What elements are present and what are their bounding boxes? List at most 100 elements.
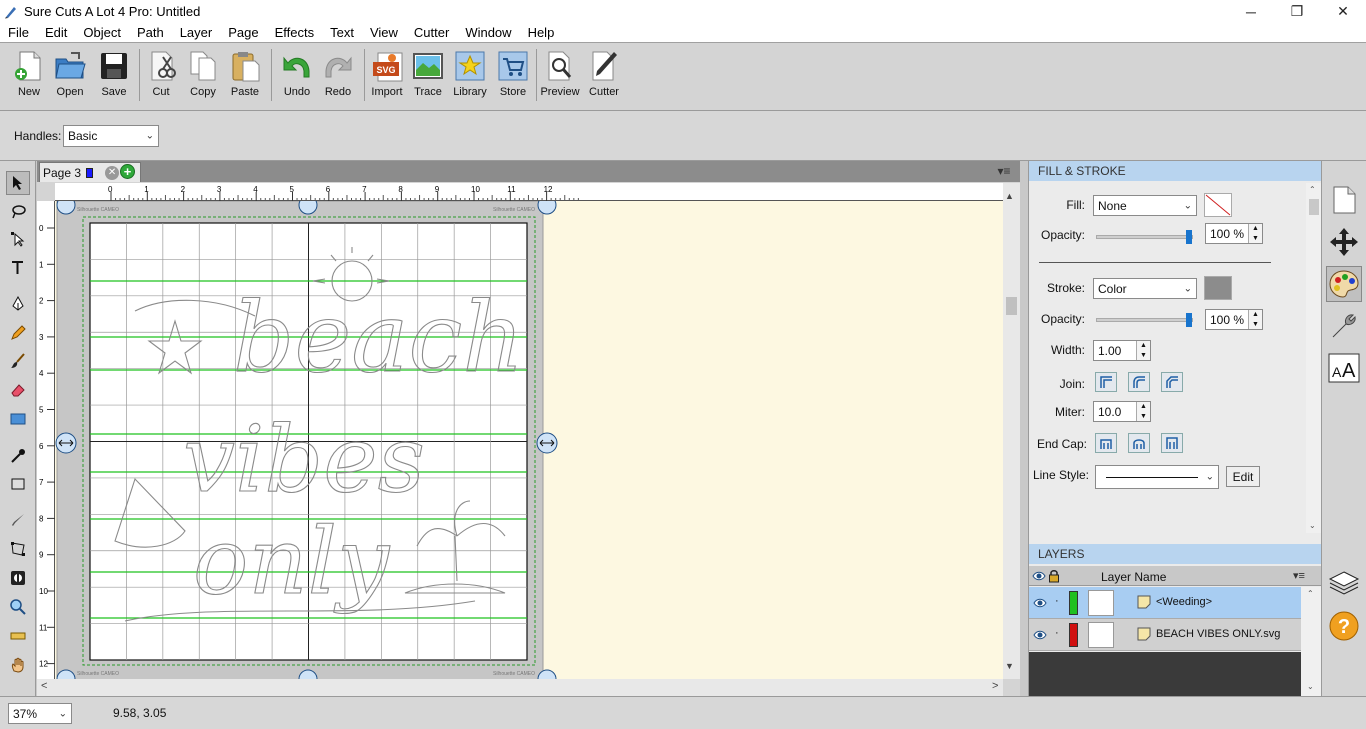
scroll-up-icon[interactable]: ⌃: [1309, 185, 1316, 194]
menu-edit[interactable]: Edit: [37, 25, 75, 40]
miter-join-button[interactable]: [1095, 372, 1117, 392]
weld-tool[interactable]: [6, 566, 30, 590]
minimize-button[interactable]: ─: [1228, 0, 1274, 23]
fill-color-swatch[interactable]: [1204, 193, 1232, 217]
line-style-edit-button[interactable]: Edit: [1226, 466, 1260, 487]
stroke-width-input[interactable]: 1.00 ▲ ▼: [1093, 340, 1151, 361]
spinner-arrows-icon[interactable]: ▲ ▼: [1136, 341, 1150, 360]
add-page-button[interactable]: +: [120, 164, 135, 179]
vertical-scrollbar[interactable]: ▲ ▼: [1003, 183, 1020, 679]
undo-button[interactable]: Undo: [275, 49, 319, 105]
visibility-eye-icon[interactable]: [1032, 570, 1046, 582]
zoom-select[interactable]: 37% ⌄: [8, 703, 72, 724]
menu-text[interactable]: Text: [322, 25, 362, 40]
cut-button[interactable]: Cut: [139, 49, 183, 105]
document-panel-button[interactable]: [1326, 182, 1362, 218]
fill-opacity-knob[interactable]: [1186, 230, 1192, 244]
panel-scroll-thumb[interactable]: [1309, 199, 1319, 215]
lock-icon[interactable]: [1048, 569, 1060, 583]
scroll-down-icon[interactable]: ▼: [1005, 661, 1014, 671]
scroll-up-icon[interactable]: ⌃: [1307, 589, 1314, 598]
handles-select[interactable]: Basic ⌄: [63, 125, 159, 147]
stroke-select[interactable]: Color ⌄: [1093, 278, 1197, 299]
design-canvas[interactable]: Silhouette CAMEO Silhouette CAMEO Silhou…: [55, 201, 1003, 679]
select-tool[interactable]: [6, 171, 30, 195]
scroll-right-icon[interactable]: >: [992, 680, 998, 692]
scroll-left-icon[interactable]: <: [41, 680, 47, 692]
close-button[interactable]: ✕: [1320, 0, 1366, 23]
lock-toggle-icon[interactable]: ·: [1055, 627, 1059, 639]
copy-button[interactable]: Copy: [181, 49, 225, 105]
fill-opacity-input[interactable]: 100 % ▲ ▼: [1205, 223, 1263, 244]
settings-panel-button[interactable]: [1326, 308, 1362, 344]
visibility-eye-icon[interactable]: [1033, 597, 1047, 609]
menu-cutter[interactable]: Cutter: [406, 25, 457, 40]
gradient-tool[interactable]: [6, 472, 30, 496]
knife-tool[interactable]: [6, 508, 30, 532]
save-button[interactable]: Save: [92, 49, 136, 105]
node-edit-tool[interactable]: [6, 227, 30, 251]
stroke-opacity-slider[interactable]: [1096, 313, 1193, 327]
transform-tool[interactable]: [6, 537, 30, 561]
pan-tool[interactable]: [6, 653, 30, 677]
eraser-tool[interactable]: [6, 378, 30, 402]
menu-page[interactable]: Page: [220, 25, 266, 40]
page-tabs-menu-icon[interactable]: ▾≡: [994, 163, 1014, 179]
scroll-up-icon[interactable]: ▲: [1005, 191, 1014, 201]
scroll-down-icon[interactable]: ⌄: [1307, 682, 1314, 691]
shape-tool[interactable]: [6, 407, 30, 431]
fill-opacity-slider[interactable]: [1096, 230, 1193, 244]
menu-file[interactable]: File: [0, 25, 37, 40]
layer-color-swatch[interactable]: [1069, 623, 1078, 647]
spinner-arrows-icon[interactable]: ▲ ▼: [1136, 402, 1150, 421]
square-cap-button[interactable]: [1161, 433, 1183, 453]
library-button[interactable]: Library: [448, 49, 492, 105]
help-button[interactable]: ?: [1326, 608, 1362, 644]
zoom-tool[interactable]: [6, 595, 30, 619]
round-join-button[interactable]: [1128, 372, 1150, 392]
layers-menu-icon[interactable]: ▾≡: [1293, 569, 1305, 582]
layer-row[interactable]: · BEACH VIBES ONLY.svg: [1029, 619, 1301, 651]
store-button[interactable]: Store: [491, 49, 535, 105]
vertical-scroll-thumb[interactable]: [1006, 297, 1017, 315]
pencil-tool[interactable]: [6, 321, 30, 345]
pen-tool[interactable]: [6, 292, 30, 316]
layers-panel-button[interactable]: [1326, 565, 1362, 601]
stroke-opacity-input[interactable]: 100 % ▲ ▼: [1205, 309, 1263, 330]
bevel-join-button[interactable]: [1161, 372, 1183, 392]
visibility-eye-icon[interactable]: [1033, 629, 1047, 641]
stroke-color-swatch[interactable]: [1204, 276, 1232, 300]
round-cap-button[interactable]: [1128, 433, 1150, 453]
miter-input[interactable]: 10.0 ▲ ▼: [1093, 401, 1151, 422]
paste-button[interactable]: Paste: [223, 49, 267, 105]
menu-path[interactable]: Path: [129, 25, 172, 40]
lock-toggle-icon[interactable]: ·: [1055, 595, 1059, 607]
brush-tool[interactable]: [6, 349, 30, 373]
lasso-tool[interactable]: [6, 200, 30, 224]
new-button[interactable]: New: [7, 49, 51, 105]
spinner-arrows-icon[interactable]: ▲ ▼: [1248, 224, 1262, 243]
maximize-button[interactable]: ❐: [1274, 0, 1320, 23]
cutter-button[interactable]: Cutter: [582, 49, 626, 105]
eyedropper-tool[interactable]: [6, 444, 30, 468]
transform-panel-button[interactable]: [1326, 224, 1362, 260]
horizontal-scrollbar[interactable]: < >: [37, 679, 1003, 696]
panel-scrollbar[interactable]: ⌃ ⌄: [1306, 183, 1322, 533]
fill-stroke-panel-button[interactable]: [1326, 266, 1362, 302]
menu-effects[interactable]: Effects: [267, 25, 323, 40]
fill-select[interactable]: None ⌄: [1093, 195, 1197, 216]
menu-window[interactable]: Window: [457, 25, 519, 40]
measure-tool[interactable]: [6, 624, 30, 648]
layers-scrollbar[interactable]: ⌃ ⌄: [1301, 587, 1322, 696]
text-panel-button[interactable]: AA: [1326, 350, 1362, 386]
layer-row[interactable]: · <Weeding>: [1029, 587, 1301, 619]
stroke-opacity-knob[interactable]: [1186, 313, 1192, 327]
butt-cap-button[interactable]: [1095, 433, 1117, 453]
spinner-arrows-icon[interactable]: ▲ ▼: [1248, 310, 1262, 329]
close-page-icon[interactable]: ✕: [105, 165, 120, 180]
menu-layer[interactable]: Layer: [172, 25, 221, 40]
open-button[interactable]: Open: [48, 49, 92, 105]
scroll-down-icon[interactable]: ⌄: [1309, 521, 1316, 530]
menu-view[interactable]: View: [362, 25, 406, 40]
line-style-select[interactable]: ⌄: [1095, 465, 1219, 489]
